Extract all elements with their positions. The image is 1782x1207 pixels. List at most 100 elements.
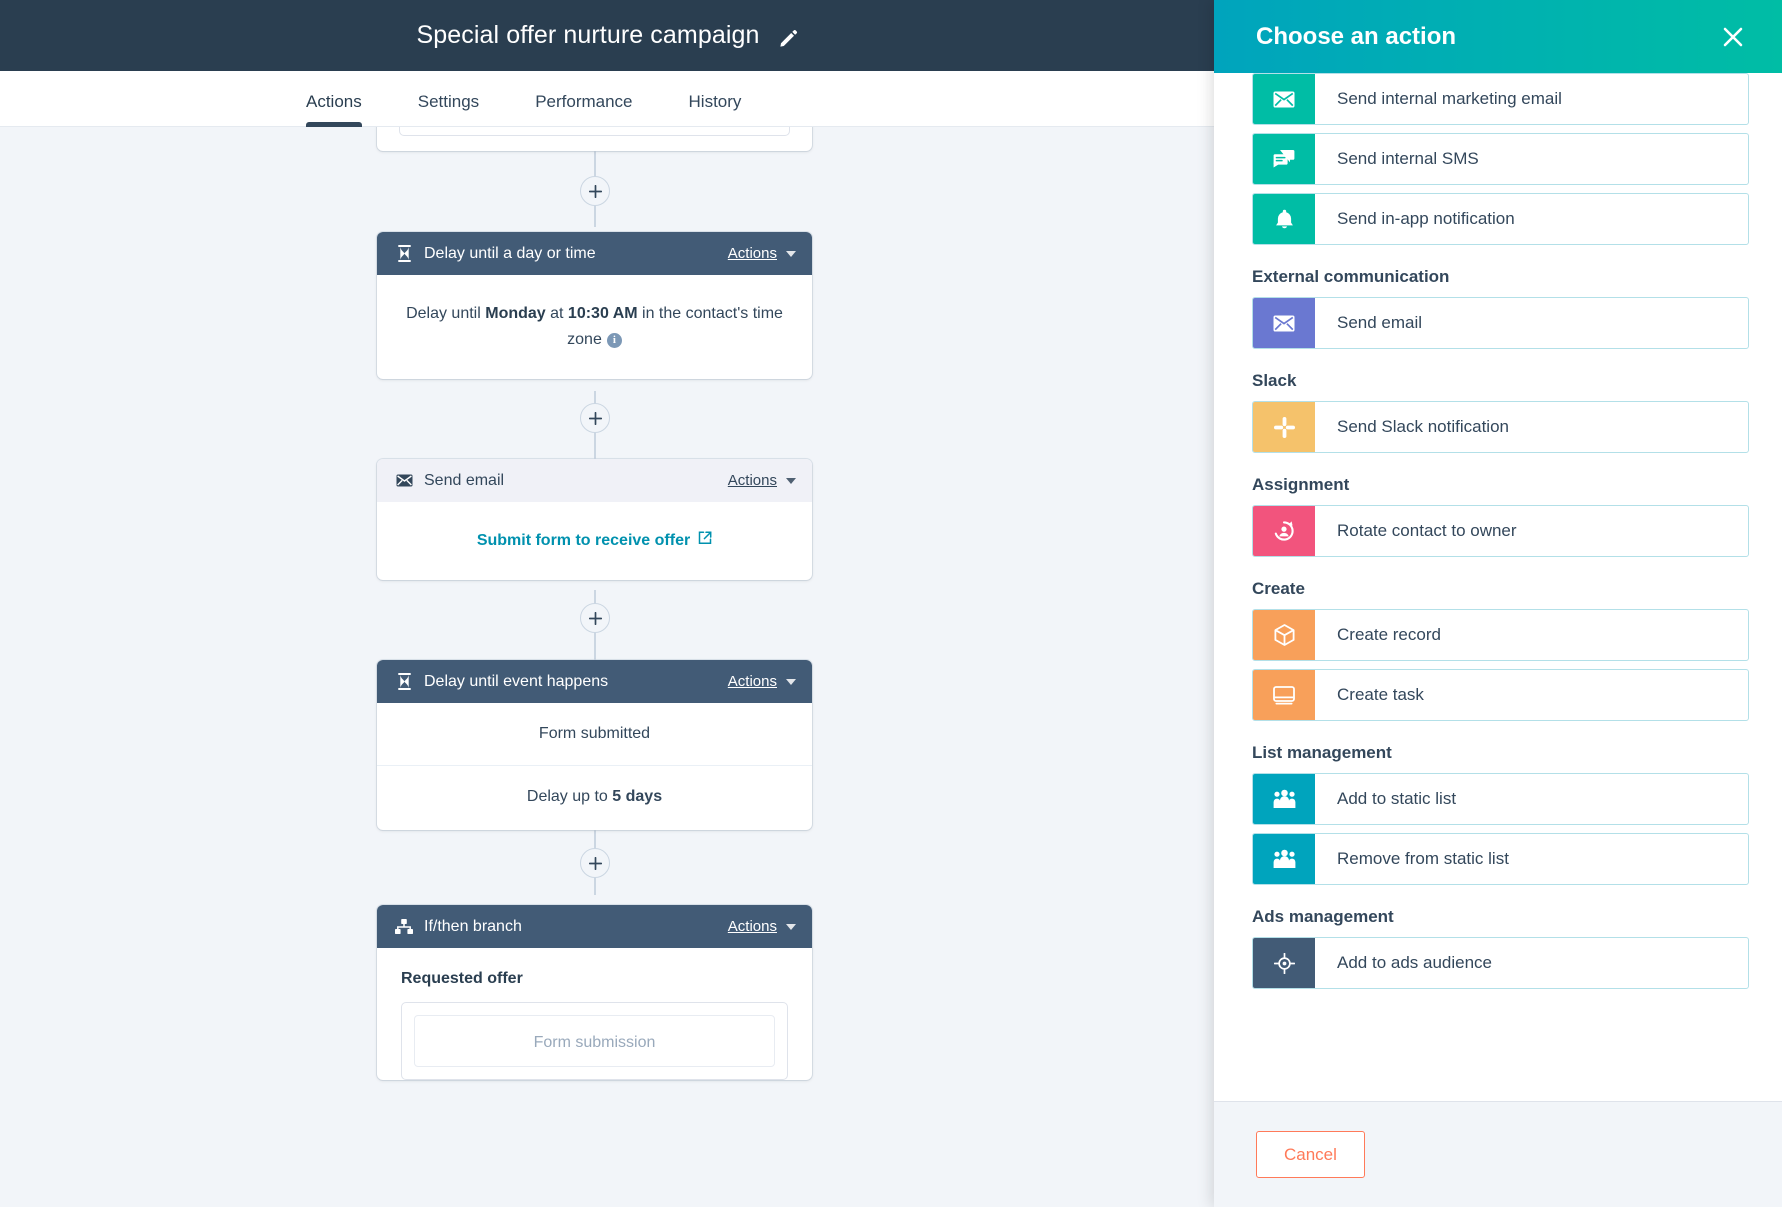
card-body xyxy=(377,127,812,151)
card-actions-dropdown[interactable]: Actions xyxy=(728,472,796,489)
workflow-card-send-email[interactable]: Send email Actions Submit form to receiv… xyxy=(377,459,812,580)
action-item-remove-from-static-list[interactable]: Remove from static list xyxy=(1252,833,1749,885)
task-card-icon xyxy=(1253,670,1315,720)
cancel-button[interactable]: Cancel xyxy=(1256,1131,1365,1178)
delay-time: 10:30 AM xyxy=(568,305,638,322)
tab-performance[interactable]: Performance xyxy=(535,92,632,126)
action-item-create-record[interactable]: Create record xyxy=(1252,609,1749,661)
card-actions-label: Actions xyxy=(728,918,777,935)
chat-bubbles-icon xyxy=(1253,134,1315,184)
hourglass-icon xyxy=(395,245,413,263)
workflow-card-delay-day-time[interactable]: Delay until a day or time Actions Delay … xyxy=(377,232,812,379)
action-item-send-internal-marketing-email[interactable]: Send internal marketing email xyxy=(1252,73,1749,125)
tab-settings[interactable]: Settings xyxy=(418,92,479,126)
action-item-label: Rotate contact to owner xyxy=(1315,506,1748,556)
slack-icon xyxy=(1253,402,1315,452)
delay-row: Delay up to 5 days xyxy=(377,765,812,830)
add-step-button-1[interactable] xyxy=(580,176,610,206)
workflow-card-if-then-branch[interactable]: If/then branch Actions Requested offer F… xyxy=(377,905,812,1080)
rotate-contact-icon xyxy=(1253,506,1315,556)
event-row: Form submitted xyxy=(377,703,812,743)
action-item-send-email[interactable]: Send email xyxy=(1252,297,1749,349)
add-step-button-4[interactable] xyxy=(580,848,610,878)
panel-header: Choose an action xyxy=(1214,0,1782,73)
delay-row-prefix: Delay up to xyxy=(527,788,612,805)
group-title-ads-management: Ads management xyxy=(1252,907,1749,927)
card-title: Send email xyxy=(424,472,728,490)
action-item-create-task[interactable]: Create task xyxy=(1252,669,1749,721)
panel-title: Choose an action xyxy=(1256,23,1718,51)
action-item-add-to-static-list[interactable]: Add to static list xyxy=(1252,773,1749,825)
chevron-down-icon xyxy=(786,478,796,484)
branch-icon xyxy=(395,918,413,936)
group-title-external-communication: External communication xyxy=(1252,267,1749,287)
card-actions-dropdown[interactable]: Actions xyxy=(728,673,796,690)
action-item-rotate-contact-to-owner[interactable]: Rotate contact to owner xyxy=(1252,505,1749,557)
card-body: Submit form to receive offer xyxy=(377,502,812,580)
top-bar: Special offer nurture campaign xyxy=(0,0,1214,71)
action-item-label: Add to static list xyxy=(1315,774,1748,824)
delay-text-mid: at xyxy=(546,305,568,322)
chevron-down-icon xyxy=(786,251,796,257)
workflow-card-delay-event[interactable]: Delay until event happens Actions Form s… xyxy=(377,660,812,830)
card-actions-dropdown[interactable]: Actions xyxy=(728,918,796,935)
group-title-create: Create xyxy=(1252,579,1749,599)
action-item-send-slack-notification[interactable]: Send Slack notification xyxy=(1252,401,1749,453)
branch-condition: Form submission xyxy=(414,1015,775,1067)
tab-list: Actions Settings Performance History xyxy=(306,92,797,126)
branch-box xyxy=(399,127,790,136)
branch-name: Requested offer xyxy=(401,970,788,988)
card-actions-dropdown[interactable]: Actions xyxy=(728,245,796,262)
add-step-button-3[interactable] xyxy=(580,603,610,633)
hourglass-icon xyxy=(395,673,413,691)
envelope-icon xyxy=(395,472,413,490)
card-body: Delay until Monday at 10:30 AM in the co… xyxy=(377,275,812,379)
envelope-icon xyxy=(1253,298,1315,348)
workflow-canvas[interactable]: Delay until a day or time Actions Delay … xyxy=(0,127,1214,1207)
action-item-send-internal-sms[interactable]: Send internal SMS xyxy=(1252,133,1749,185)
card-actions-label: Actions xyxy=(728,673,777,690)
action-item-label: Send Slack notification xyxy=(1315,402,1748,452)
action-list[interactable]: Send internal marketing email Send inter… xyxy=(1214,73,1782,1101)
card-header: Send email Actions xyxy=(377,459,812,502)
envelope-icon xyxy=(1253,74,1315,124)
action-item-label: Create task xyxy=(1315,670,1748,720)
group-title-slack: Slack xyxy=(1252,371,1749,391)
page-title: Special offer nurture campaign xyxy=(416,21,759,50)
email-asset-link[interactable]: Submit form to receive offer xyxy=(477,528,712,554)
tab-actions[interactable]: Actions xyxy=(306,92,362,126)
action-item-label: Send internal SMS xyxy=(1315,134,1748,184)
action-item-send-in-app-notification[interactable]: Send in-app notification xyxy=(1252,193,1749,245)
panel-footer: Cancel xyxy=(1214,1101,1782,1207)
card-actions-label: Actions xyxy=(728,472,777,489)
delay-row-value: 5 days xyxy=(612,788,662,805)
close-icon[interactable] xyxy=(1718,22,1748,52)
people-icon xyxy=(1253,774,1315,824)
action-item-label: Create record xyxy=(1315,610,1748,660)
card-title: Delay until event happens xyxy=(424,673,728,691)
group-title-assignment: Assignment xyxy=(1252,475,1749,495)
card-header: Delay until event happens Actions xyxy=(377,660,812,703)
pencil-icon[interactable] xyxy=(778,28,798,48)
card-header: If/then branch Actions xyxy=(377,905,812,948)
workflow-editor: Special offer nurture campaign Actions S… xyxy=(0,0,1782,1207)
chevron-down-icon xyxy=(786,924,796,930)
tab-bar: Actions Settings Performance History xyxy=(0,71,1214,127)
action-item-label: Send email xyxy=(1315,298,1748,348)
external-link-icon xyxy=(698,528,712,554)
group-title-list-management: List management xyxy=(1252,743,1749,763)
action-item-label: Send internal marketing email xyxy=(1315,74,1748,124)
people-icon xyxy=(1253,834,1315,884)
target-icon xyxy=(1253,938,1315,988)
workflow-card-partial[interactable] xyxy=(377,127,812,151)
card-actions-label: Actions xyxy=(728,245,777,262)
card-header: Delay until a day or time Actions xyxy=(377,232,812,275)
action-item-label: Remove from static list xyxy=(1315,834,1748,884)
action-item-label: Add to ads audience xyxy=(1315,938,1748,988)
add-step-button-2[interactable] xyxy=(580,403,610,433)
action-item-label: Send in-app notification xyxy=(1315,194,1748,244)
tab-history[interactable]: History xyxy=(689,92,742,126)
action-item-add-to-ads-audience[interactable]: Add to ads audience xyxy=(1252,937,1749,989)
delay-text-prefix: Delay until xyxy=(406,305,485,322)
info-icon[interactable]: i xyxy=(607,333,622,348)
